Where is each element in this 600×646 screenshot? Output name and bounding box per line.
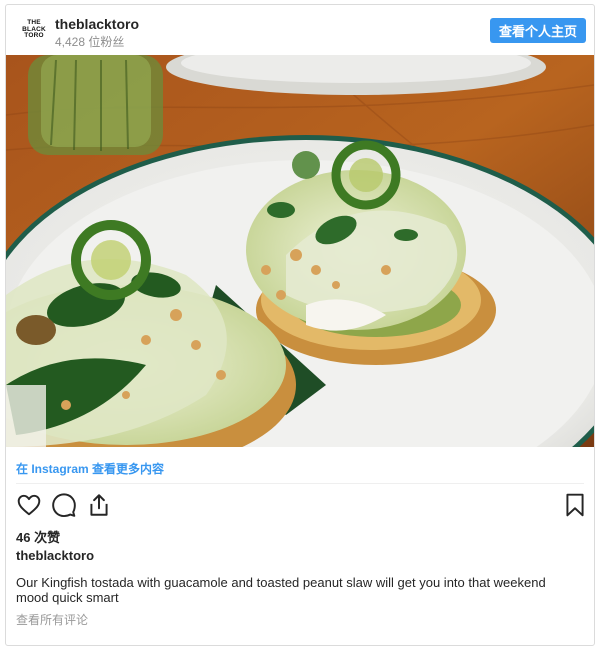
post-photo[interactable] <box>6 55 594 447</box>
like-count[interactable]: 46 次赞 <box>16 527 60 546</box>
share-icon[interactable] <box>86 492 112 518</box>
action-bar <box>14 492 586 522</box>
username[interactable]: theblacktoro <box>55 16 139 32</box>
heart-icon[interactable] <box>16 492 42 518</box>
food-photo-image <box>6 55 594 447</box>
divider <box>16 483 584 484</box>
instagram-embed-card: THE BLACK TORO theblacktoro 4,428 位粉丝 查看… <box>5 4 595 646</box>
caption-username[interactable]: theblacktoro <box>16 548 94 563</box>
comment-icon[interactable] <box>51 492 77 518</box>
bookmark-icon[interactable] <box>562 492 588 518</box>
view-profile-button[interactable]: 查看个人主页 <box>490 18 586 43</box>
view-more-on-instagram-link[interactable]: 在 Instagram 查看更多内容 <box>16 462 164 476</box>
avatar[interactable]: THE BLACK TORO <box>20 16 48 44</box>
instagram-link-row: 在 Instagram 查看更多内容 <box>16 460 164 477</box>
avatar-logo-text: THE BLACK TORO <box>22 19 46 40</box>
post-caption: Our Kingfish tostada with guacamole and … <box>16 575 546 605</box>
post-header: THE BLACK TORO theblacktoro 4,428 位粉丝 查看… <box>6 5 594 55</box>
follower-count: 4,428 位粉丝 <box>55 35 125 49</box>
